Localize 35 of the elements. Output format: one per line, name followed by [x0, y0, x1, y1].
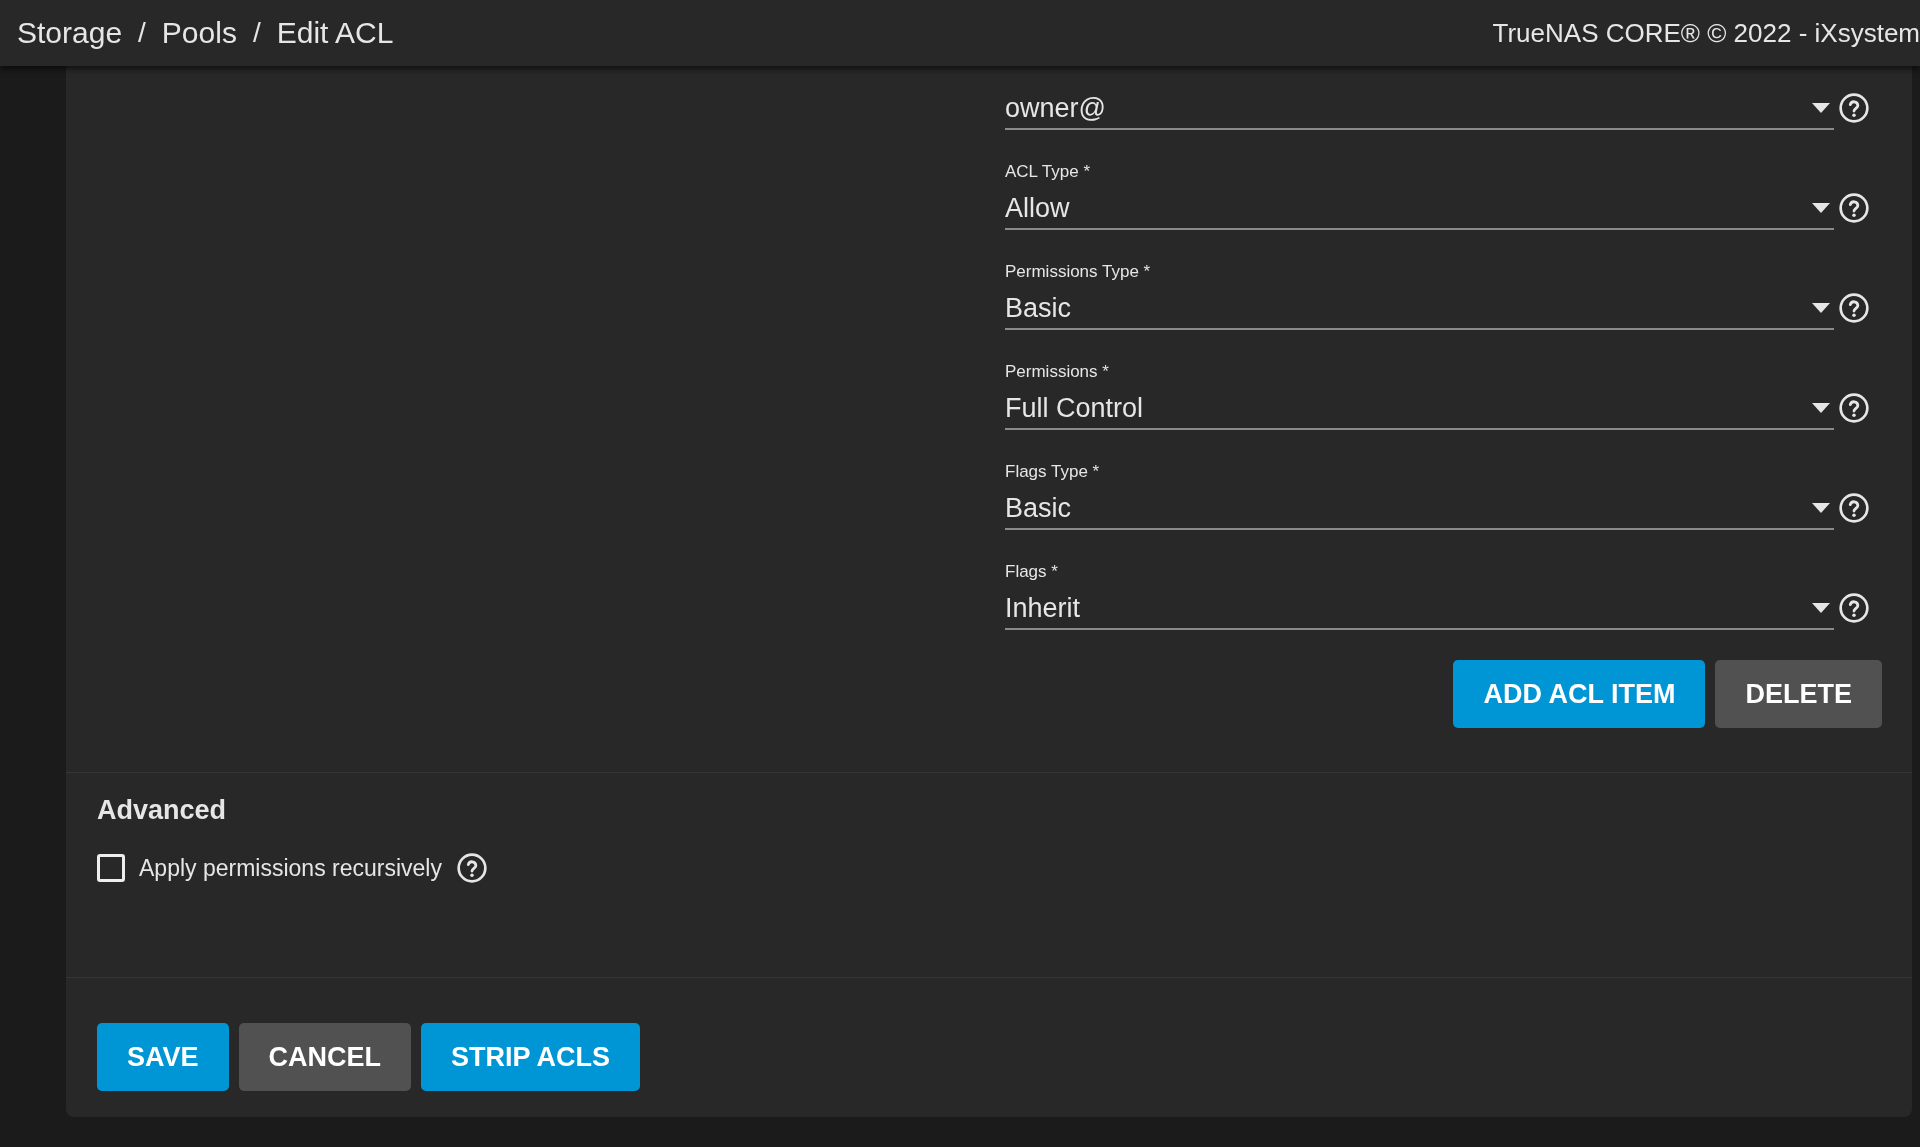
section-heading: Advanced [97, 795, 227, 826]
dropdown-caret-icon [1812, 203, 1830, 213]
help-icon[interactable] [1838, 592, 1870, 624]
secondary-button[interactable]: CANCEL [238, 1023, 412, 1091]
select-field[interactable]: Allow [1005, 188, 1834, 230]
breadcrumb-separator: / [138, 17, 146, 49]
breadcrumb-link[interactable]: Edit ACL [276, 16, 394, 50]
breadcrumb-separator: / [252, 17, 261, 49]
dropdown-caret-icon [1812, 603, 1830, 613]
help-icon[interactable] [1838, 392, 1870, 424]
checkbox-label: Apply permissions recursively [139, 854, 442, 882]
field-label: Flags Type * [1005, 462, 1100, 482]
select-field[interactable]: Basic [1005, 288, 1834, 330]
dropdown-caret-icon [1812, 503, 1830, 513]
breadcrumb-link[interactable]: Pools [161, 16, 237, 50]
select-field[interactable]: Full Control [1005, 388, 1834, 430]
dropdown-caret-icon [1812, 103, 1830, 113]
help-icon[interactable] [1838, 492, 1870, 524]
select-field[interactable]: Basic [1005, 488, 1834, 530]
help-icon[interactable] [1838, 192, 1870, 224]
field-label: ACL Type * [1005, 162, 1091, 182]
dropdown-caret-icon [1812, 403, 1830, 413]
help-icon[interactable] [1838, 92, 1870, 124]
field-label: Flags * [1005, 562, 1058, 582]
help-icon[interactable] [455, 852, 488, 884]
breadcrumb-link[interactable]: Storage [17, 16, 123, 50]
dropdown-caret-icon [1812, 303, 1830, 313]
checkbox[interactable] [97, 854, 125, 882]
field-label: Permissions Type * [1005, 262, 1151, 282]
select-field[interactable]: owner@ [1005, 88, 1834, 130]
select-field[interactable]: Inherit [1005, 588, 1834, 630]
field-label: Permissions * [1005, 362, 1109, 382]
help-icon[interactable] [1838, 292, 1870, 324]
product-copyright: TrueNAS CORE® © 2022 - iXsystem [1492, 17, 1920, 49]
secondary-button[interactable]: DELETE [1715, 660, 1882, 728]
